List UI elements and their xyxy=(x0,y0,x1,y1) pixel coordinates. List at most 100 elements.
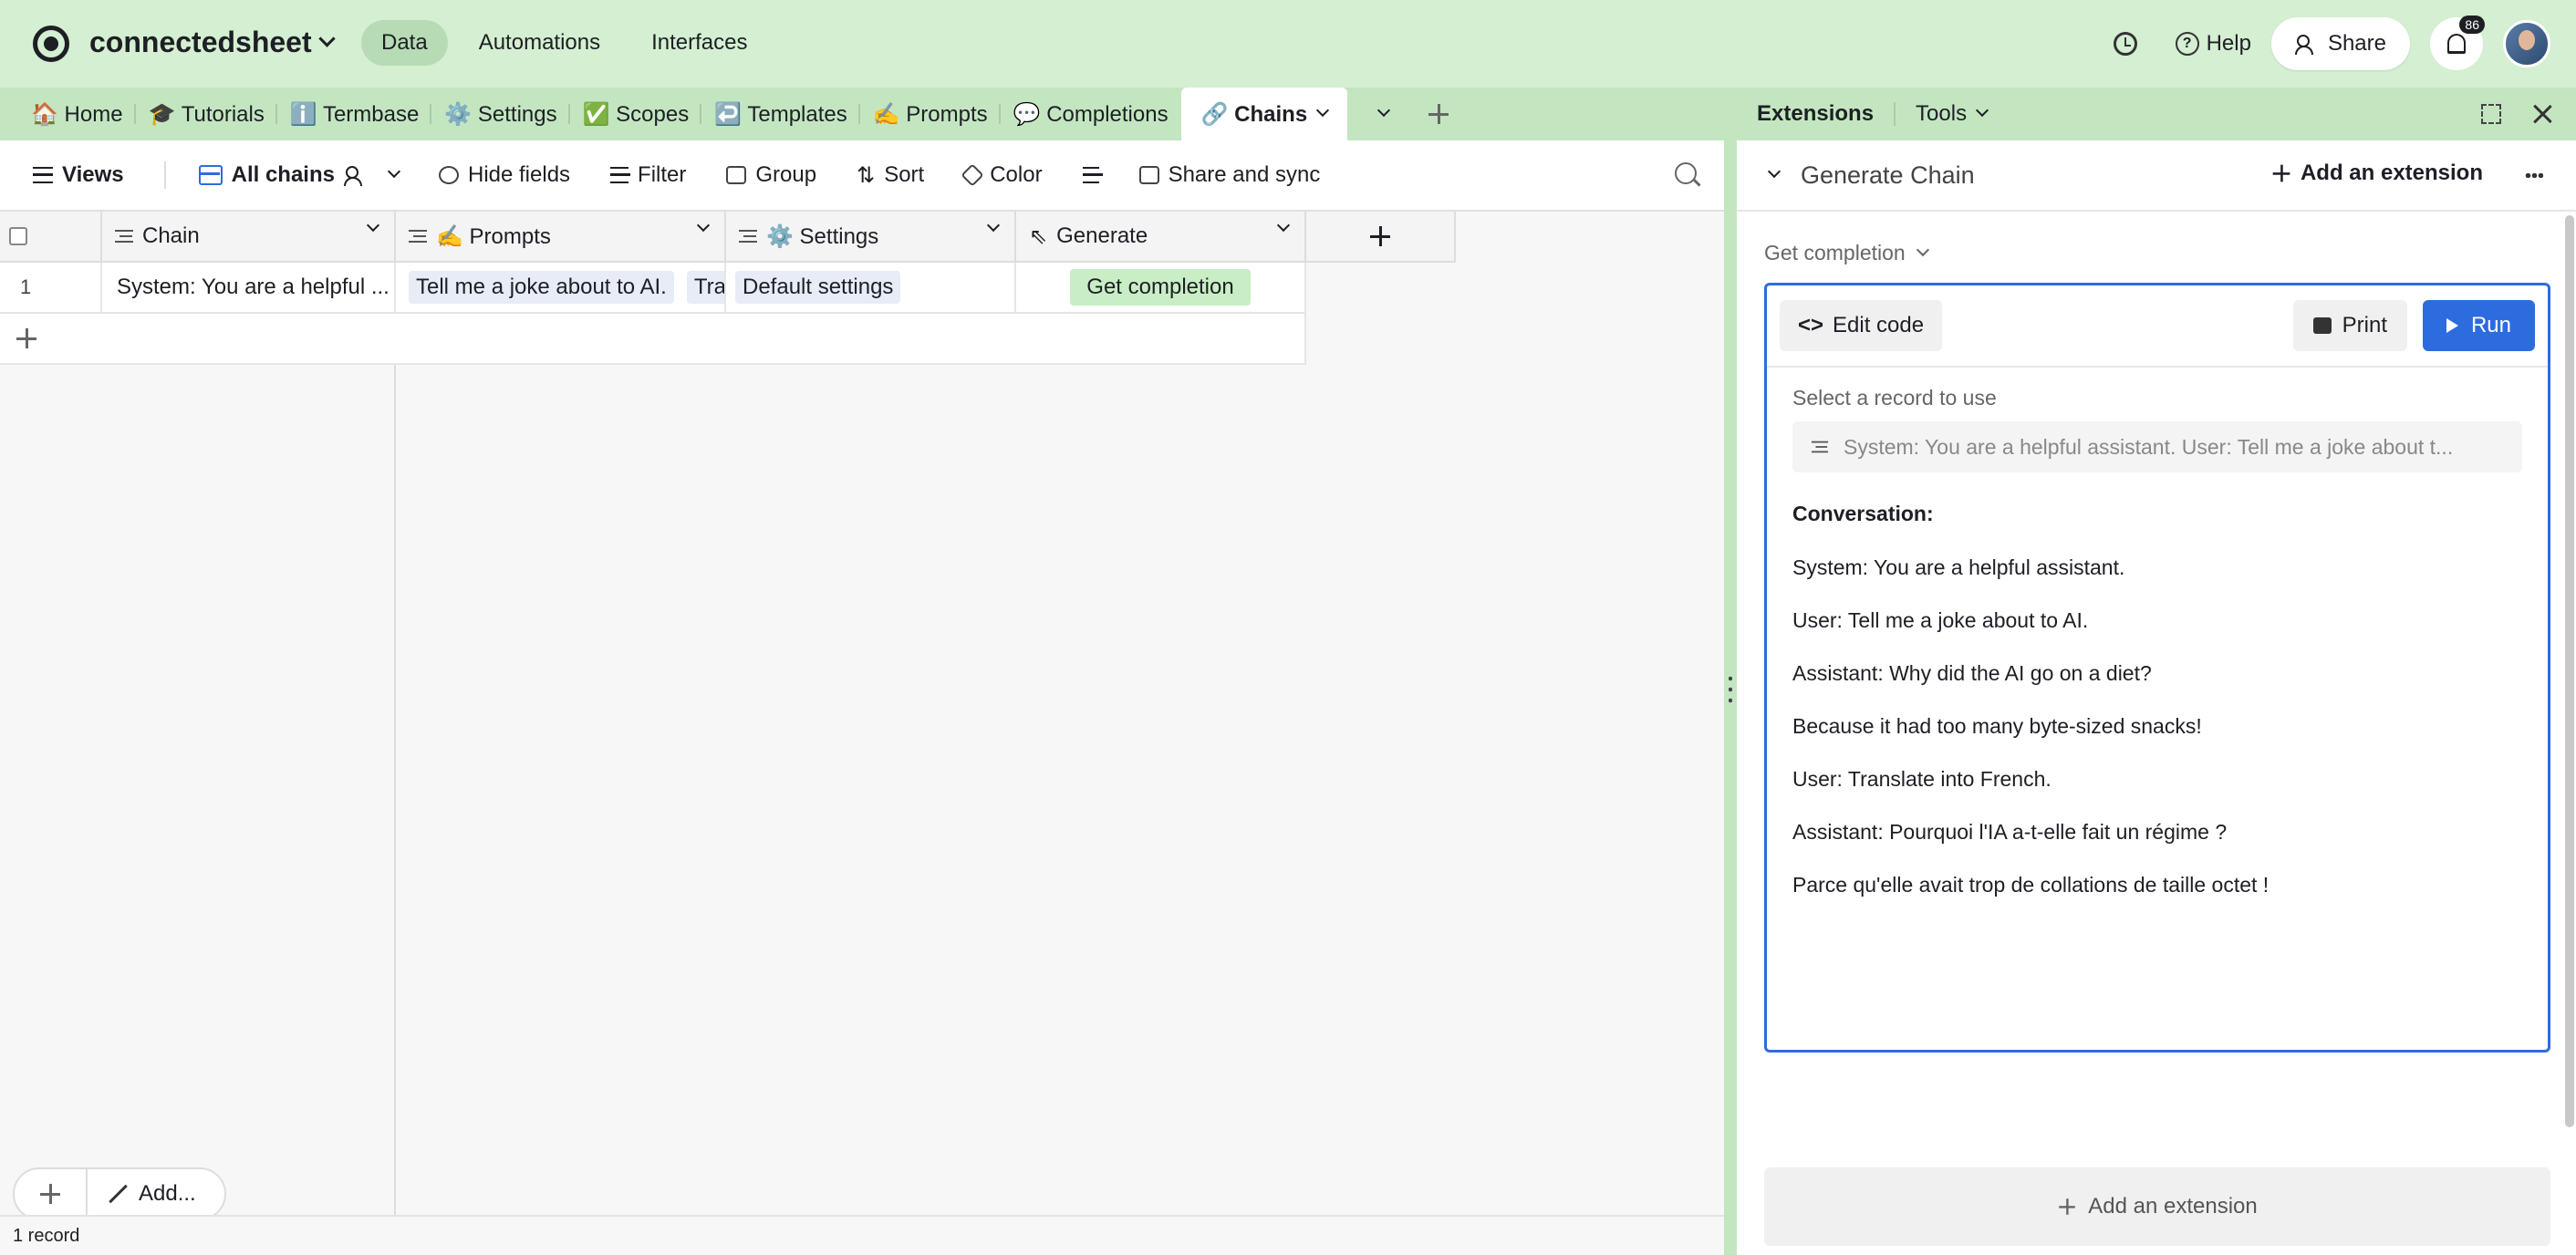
add-record-button[interactable] xyxy=(15,1167,88,1220)
record-selector[interactable]: System: You are a helpful assistant. Use… xyxy=(1792,421,2522,472)
drag-handle-icon[interactable] xyxy=(1729,673,1732,704)
cell-settings[interactable]: Default settings xyxy=(726,263,1016,314)
collapse-chevron-icon[interactable] xyxy=(1767,164,1781,179)
bell-icon xyxy=(2447,34,2466,54)
people-icon xyxy=(2294,35,2319,55)
play-icon xyxy=(2446,318,2458,333)
row-height-button[interactable] xyxy=(1082,167,1103,183)
share-button[interactable]: Share xyxy=(2270,17,2410,70)
linked-record-pill[interactable]: Default settings xyxy=(735,271,901,304)
chevron-down-icon[interactable] xyxy=(986,218,1001,233)
add-extension-label: Add an extension xyxy=(2300,161,2483,185)
color-button[interactable]: Color xyxy=(961,162,1043,188)
action-select[interactable]: Get completion xyxy=(1764,241,1929,265)
conversation-line: System: You are a helpful assistant. xyxy=(1792,555,2125,579)
add-label: Add... xyxy=(139,1181,196,1206)
extension-header: Generate Chain Add an extension xyxy=(1737,140,2576,212)
print-button[interactable]: Print xyxy=(2292,300,2407,351)
add-with-ai-button[interactable]: Add... xyxy=(88,1181,196,1207)
app-logo-icon[interactable] xyxy=(33,26,69,62)
printer-icon xyxy=(2312,317,2332,334)
add-extension-bottom-label: Add an extension xyxy=(2088,1194,2258,1219)
chevron-down-icon[interactable] xyxy=(1276,218,1291,233)
base-name[interactable]: connectedsheet xyxy=(89,26,336,59)
group-icon xyxy=(726,166,747,184)
linked-record-pill[interactable]: Trans xyxy=(686,271,724,304)
tab-settings[interactable]: ⚙️ Settings xyxy=(431,88,570,140)
plus-icon xyxy=(2059,1198,2076,1215)
more-options-icon[interactable] xyxy=(2525,173,2543,178)
chevron-down-icon[interactable] xyxy=(696,218,711,233)
cell-chain[interactable]: System: You are a helpful ... xyxy=(102,263,396,314)
tab-prompts[interactable]: ✍️ Prompts xyxy=(860,88,1001,140)
panel-resize-handle[interactable] xyxy=(1724,88,1737,1255)
extensions-panel: Extensions Tools Generate Chain Add an e… xyxy=(1737,88,2576,1255)
linked-record-pill[interactable]: Tell me a joke about to AI. xyxy=(409,271,674,304)
nav-automations[interactable]: Automations xyxy=(459,20,620,66)
search-icon[interactable] xyxy=(1675,162,1697,184)
hide-fields-button[interactable]: Hide fields xyxy=(438,162,570,188)
tab-scopes[interactable]: ✅ Scopes xyxy=(570,88,702,140)
tab-chains[interactable]: 🔗 Chains xyxy=(1180,88,1348,140)
add-field-button[interactable] xyxy=(1306,212,1456,263)
conversation-line: Assistant: Pourquoi l'IA a-t-elle fait u… xyxy=(1792,820,2228,844)
column-header-settings[interactable]: ⚙️ Settings xyxy=(726,212,1016,263)
run-button[interactable]: Run xyxy=(2422,300,2535,351)
eye-off-icon xyxy=(438,166,459,184)
table-tab-bar: 🏠 Home 🎓 Tutorials ℹ️ Termbase ⚙️ Settin… xyxy=(0,88,1724,140)
add-row-button[interactable] xyxy=(0,314,1306,365)
views-label: Views xyxy=(62,162,124,187)
chevron-down-icon[interactable] xyxy=(1316,103,1330,118)
share-sync-button[interactable]: Share and sync xyxy=(1138,162,1320,188)
extensions-tab[interactable]: Extensions xyxy=(1737,88,1894,140)
tab-termbase[interactable]: ℹ️ Termbase xyxy=(277,88,432,140)
history-icon[interactable] xyxy=(2113,32,2137,56)
cell-prompts[interactable]: Tell me a joke about to AI. Trans xyxy=(396,263,726,314)
expand-icon[interactable] xyxy=(2481,104,2501,124)
top-bar: connectedsheet Data Automations Interfac… xyxy=(0,0,2576,88)
tab-templates[interactable]: ↩️ Templates xyxy=(701,88,860,140)
chevron-down-icon xyxy=(1916,243,1929,256)
filter-button[interactable]: Filter xyxy=(610,162,686,188)
get-completion-button[interactable]: Get completion xyxy=(1070,269,1251,306)
views-button[interactable]: Views xyxy=(33,162,124,188)
chevron-down-icon xyxy=(1976,103,1989,118)
nav-data[interactable]: Data xyxy=(361,20,448,66)
toolbar-divider xyxy=(163,161,166,189)
grid-footer xyxy=(0,1215,1724,1255)
print-label: Print xyxy=(2342,313,2387,337)
collaborative-view-icon xyxy=(343,166,368,186)
sort-button[interactable]: ⇅ Sort xyxy=(857,162,924,189)
tab-completions[interactable]: 💬 Completions xyxy=(1001,88,1181,140)
tab-chains-label: 🔗 Chains xyxy=(1200,101,1308,127)
nav-interfaces[interactable]: Interfaces xyxy=(631,20,767,66)
column-header-generate[interactable]: ⇖ Generate xyxy=(1016,212,1306,263)
column-header-chain[interactable]: Chain xyxy=(102,212,396,263)
group-button[interactable]: Group xyxy=(726,162,816,188)
close-icon[interactable] xyxy=(2530,102,2554,126)
add-extension-bottom-button[interactable]: Add an extension xyxy=(1764,1167,2550,1246)
view-switcher[interactable]: All chains xyxy=(198,162,401,188)
extension-title[interactable]: Generate Chain xyxy=(1801,161,1975,190)
plus-icon xyxy=(16,328,36,348)
column-header-prompts[interactable]: ✍️ Prompts xyxy=(396,212,726,263)
tab-tutorials[interactable]: 🎓 Tutorials xyxy=(136,88,278,140)
more-tables-button[interactable] xyxy=(1356,88,1411,140)
avatar[interactable] xyxy=(2503,20,2550,67)
row-number[interactable]: 1 xyxy=(0,263,102,314)
chevron-down-icon[interactable] xyxy=(366,218,380,233)
notifications-button[interactable]: 86 xyxy=(2430,16,2485,70)
add-extension-button[interactable]: Add an extension xyxy=(2271,161,2483,186)
help-label: Help xyxy=(2206,31,2251,56)
color-label: Color xyxy=(990,162,1043,187)
edit-code-button[interactable]: <> Edit code xyxy=(1780,300,1943,351)
panel-scrollbar[interactable] xyxy=(2565,215,2574,1127)
tab-home[interactable]: 🏠 Home xyxy=(18,88,136,140)
help-button[interactable]: ? Help xyxy=(2175,31,2251,57)
select-all-checkbox[interactable] xyxy=(9,227,27,245)
column-header-label: ⚙️ Settings xyxy=(766,223,879,249)
grid-area: Chain ✍️ Prompts ⚙️ Settings ⇖ Generate … xyxy=(0,212,1724,1255)
add-table-button[interactable] xyxy=(1411,88,1466,140)
tools-tab[interactable]: Tools xyxy=(1894,101,2007,126)
conversation-line: User: Translate into French. xyxy=(1792,767,2051,791)
